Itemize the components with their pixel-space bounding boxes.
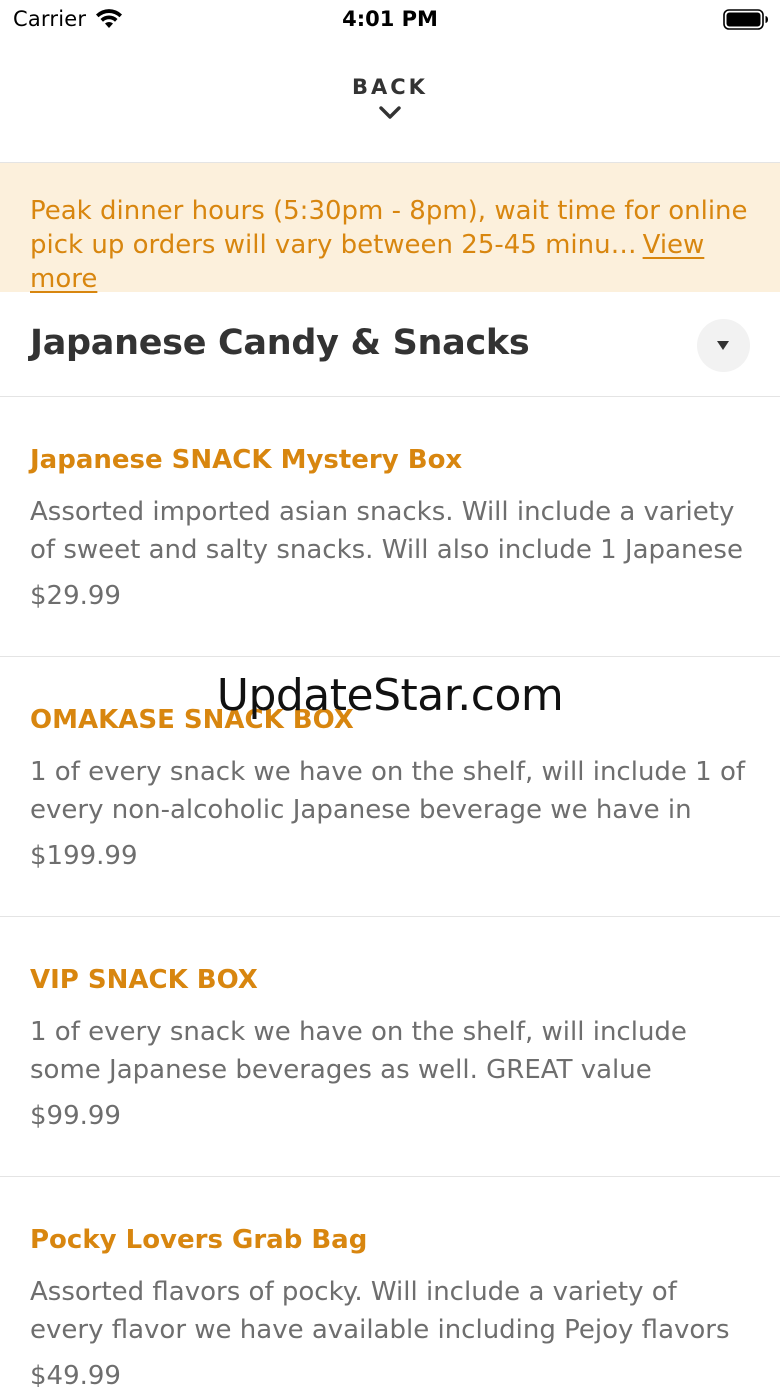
notice-message: Peak dinner hours (5:30pm - 8pm), wait t… — [30, 196, 748, 260]
product-price: $199.99 — [30, 841, 138, 871]
chevron-down-icon — [379, 106, 401, 119]
product-item[interactable]: Japanese SNACK Mystery Box Assorted impo… — [0, 397, 780, 657]
product-name: Pocky Lovers Grab Bag — [30, 1225, 368, 1255]
product-price: $99.99 — [30, 1101, 121, 1131]
product-description: Assorted imported asian snacks. Will inc… — [30, 497, 743, 565]
product-description: Assorted flavors of pocky. Will include … — [30, 1277, 730, 1345]
app-screen: Carrier 4:01 PM BACK Peak dinner hours (… — [0, 0, 780, 1387]
product-price: $49.99 — [30, 1361, 121, 1387]
status-time: 4:01 PM — [342, 7, 438, 31]
status-bar: Carrier 4:01 PM — [0, 0, 780, 40]
product-name: VIP SNACK BOX — [30, 965, 258, 995]
watermark: UpdateStar.com — [216, 670, 564, 721]
back-button[interactable]: BACK — [0, 62, 780, 162]
product-item[interactable]: Pocky Lovers Grab Bag Assorted flavors o… — [0, 1177, 780, 1387]
back-label: BACK — [352, 75, 428, 99]
category-header[interactable]: Japanese Candy & Snacks — [0, 293, 780, 397]
notice-text: Peak dinner hours (5:30pm - 8pm), wait t… — [30, 194, 750, 296]
category-title: Japanese Candy & Snacks — [30, 323, 530, 363]
notice-banner: Peak dinner hours (5:30pm - 8pm), wait t… — [0, 163, 780, 294]
product-price: $29.99 — [30, 581, 121, 611]
product-description: 1 of every snack we have on the shelf, w… — [30, 757, 746, 825]
product-item[interactable]: VIP SNACK BOX 1 of every snack we have o… — [0, 917, 780, 1177]
caret-down-icon — [717, 341, 729, 350]
category-collapse-toggle[interactable] — [697, 319, 750, 372]
product-description: 1 of every snack we have on the shelf, w… — [30, 1017, 687, 1085]
battery-icon — [723, 9, 768, 30]
product-name: Japanese SNACK Mystery Box — [30, 445, 463, 475]
